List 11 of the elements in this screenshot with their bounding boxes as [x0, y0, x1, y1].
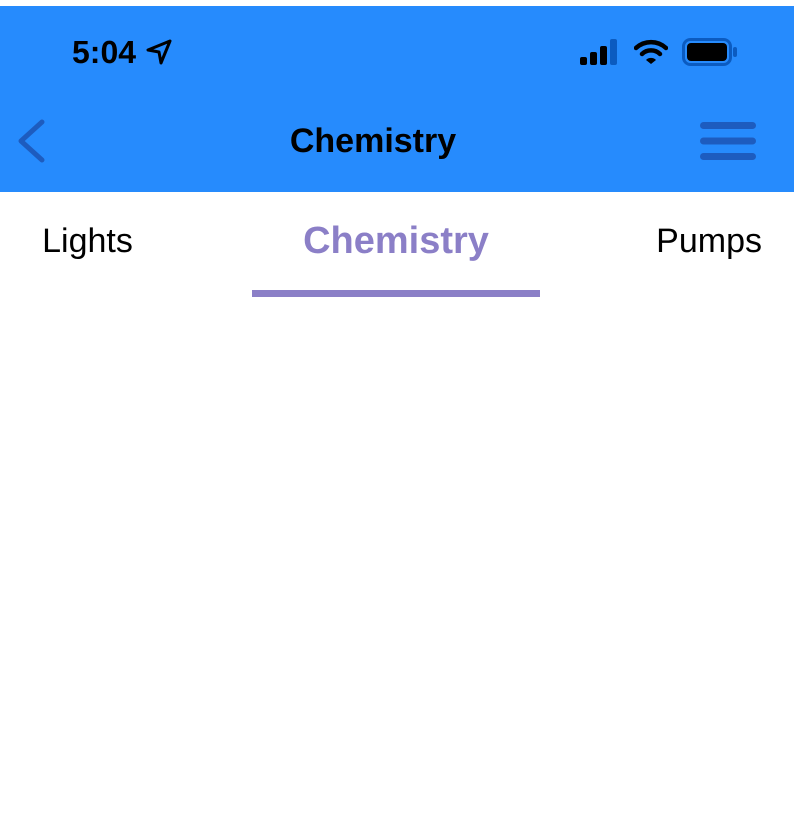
tab[interactable]: Pumps — [540, 192, 798, 297]
battery-icon — [682, 38, 738, 66]
tab[interactable]: Lights — [0, 192, 175, 297]
status-time: 5:04 — [72, 34, 136, 70]
screen-title: Chemistry — [288, 122, 458, 160]
menu-icon[interactable] — [700, 122, 756, 160]
location-icon — [146, 39, 172, 65]
signal-icon — [580, 39, 620, 65]
tab[interactable]: Chemistry — [252, 192, 540, 297]
back-icon[interactable] — [16, 119, 46, 163]
wifi-icon — [634, 39, 668, 65]
